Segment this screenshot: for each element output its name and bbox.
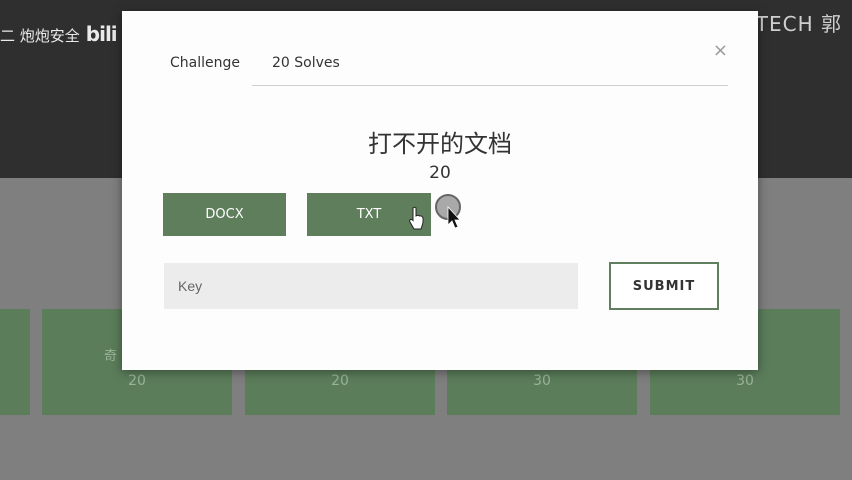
hand-cursor-icon [409,206,424,230]
tab-solves[interactable]: 20 Solves [272,55,340,71]
tab-challenge[interactable]: Challenge [170,55,240,71]
pointer-cursor-icon [435,194,461,229]
key-input[interactable] [164,263,578,309]
challenge-value: 20 [429,163,451,183]
challenge-modal: × Challenge 20 Solves 打不开的文档 20 DOCX TXT… [122,11,758,370]
modal-backdrop[interactable]: × Challenge 20 Solves 打不开的文档 20 DOCX TXT… [0,0,852,480]
challenge-title: 打不开的文档 [368,130,512,158]
submit-button[interactable]: SUBMIT [609,262,719,310]
tab-divider [252,85,728,86]
file-docx-button[interactable]: DOCX [163,193,286,236]
modal-tabs: Challenge 20 Solves [170,55,728,87]
